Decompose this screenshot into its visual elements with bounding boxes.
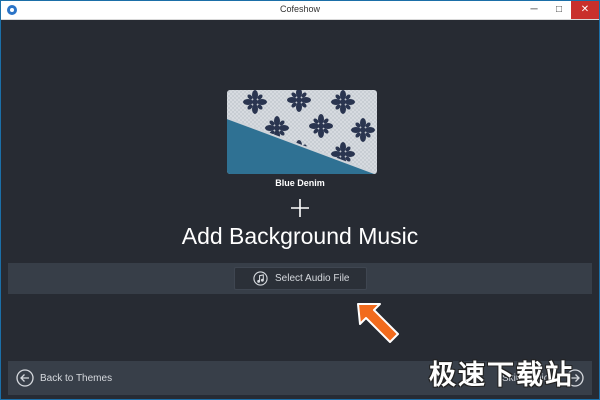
theme-thumbnail-image xyxy=(227,90,377,174)
arrow-left-circle-icon xyxy=(16,369,34,387)
theme-thumbnail[interactable] xyxy=(227,90,377,174)
title-bar: Cofeshow ─ □ ✕ xyxy=(1,1,599,20)
back-to-themes-label: Back to Themes xyxy=(40,373,113,384)
select-audio-band: Select Audio File xyxy=(8,263,592,294)
maximize-button[interactable]: □ xyxy=(546,1,572,19)
select-audio-file-button[interactable]: Select Audio File xyxy=(234,267,367,290)
page-heading: Add Background Music xyxy=(181,223,419,249)
minimize-button[interactable]: ─ xyxy=(521,1,547,19)
watermark-text: 极速下载站 xyxy=(429,360,574,390)
plus-icon xyxy=(291,199,309,217)
pointer-arrow-icon xyxy=(357,303,399,343)
theme-name: Blue Denim xyxy=(275,178,325,188)
window-title: Cofeshow xyxy=(279,4,321,14)
select-audio-file-label: Select Audio File xyxy=(275,273,350,284)
app-window: Cofeshow ─ □ ✕ Blue Denim Add Background… xyxy=(0,0,600,400)
main-panel: Blue Denim Add Background Music Select A… xyxy=(8,20,592,361)
close-button[interactable]: ✕ xyxy=(571,1,599,19)
music-note-icon xyxy=(253,271,268,286)
